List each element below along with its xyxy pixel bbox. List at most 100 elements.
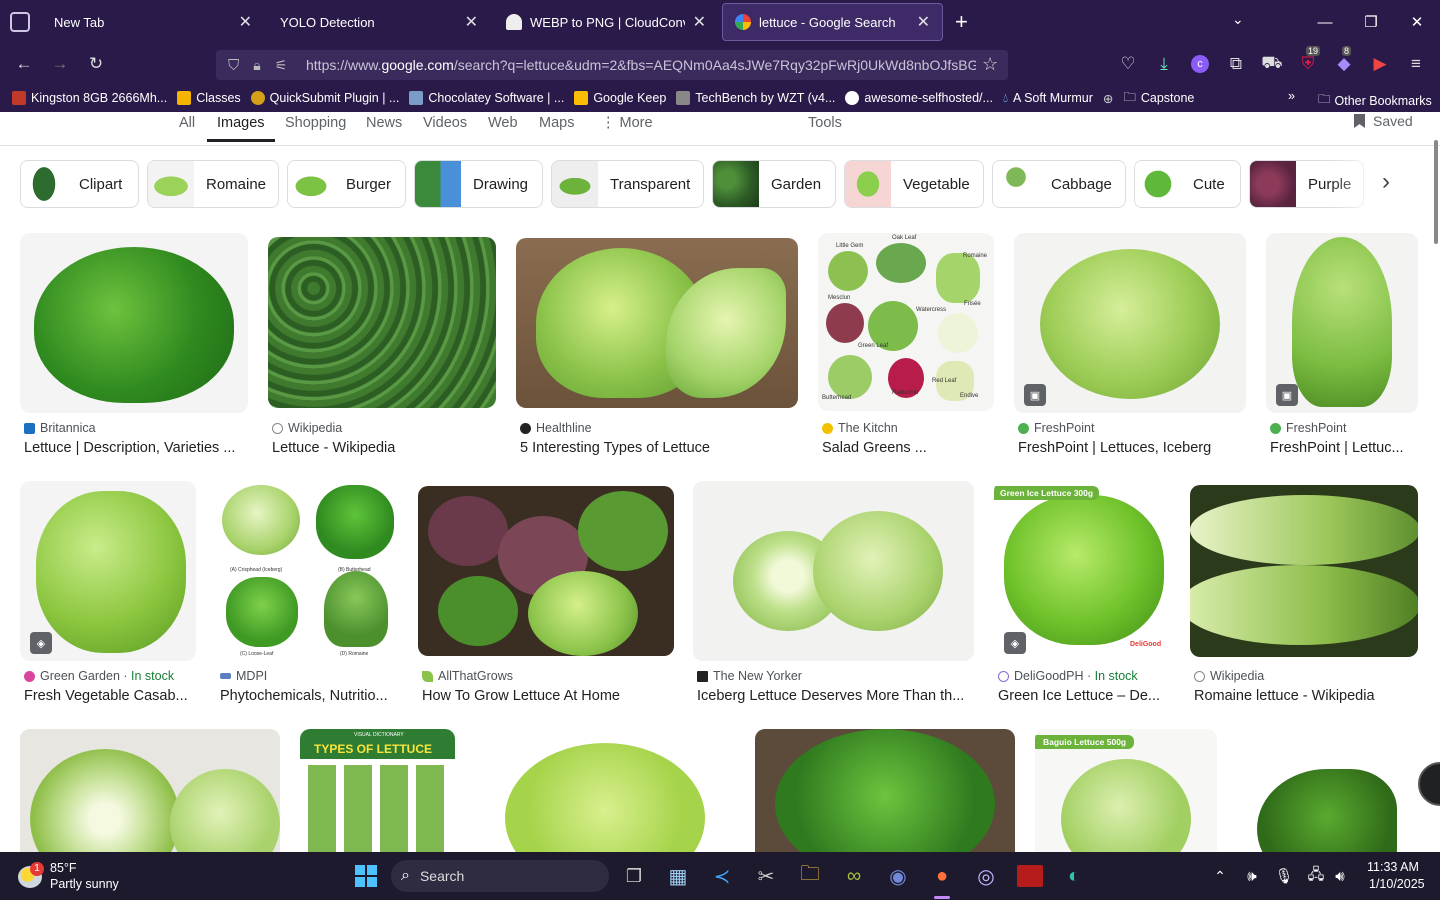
tab-all[interactable]: All <box>179 115 195 139</box>
lock-icon[interactable]: 🔒︎ <box>253 57 260 74</box>
result-image[interactable] <box>20 729 280 853</box>
bookmark-a-soft-murmur[interactable]: 💧︎ A Soft Murmur <box>1003 91 1093 106</box>
result-card[interactable]: ▣ FreshPoint FreshPoint | Lettuc... <box>1266 233 1418 463</box>
reload-icon[interactable]: ↻ <box>84 52 108 76</box>
result-card[interactable]: (A) Crisphead (Iceberg) (B) Butterhead (… <box>216 481 398 711</box>
result-card[interactable]: AllThatGrows How To Grow Lettuce At Home <box>418 481 674 711</box>
other-bookmarks-folder[interactable]: 🗀 Other Bookmarks <box>1318 90 1432 111</box>
tab-new-tab[interactable]: New Tab ✕ <box>42 3 264 41</box>
tab-list-icon[interactable] <box>10 12 30 32</box>
result-title[interactable]: Fresh Vegetable Casab... <box>24 688 194 704</box>
tab-cloudconvert[interactable]: WEBP to PNG | CloudConvert ✕ <box>494 3 718 41</box>
result-card[interactable]: Little Gem Oak Leaf Romaine Frisée Mescl… <box>818 233 994 463</box>
result-image[interactable] <box>1014 233 1246 413</box>
chip-cute[interactable]: Cute <box>1134 160 1241 208</box>
result-image[interactable] <box>693 481 974 661</box>
windows-start-icon[interactable] <box>350 860 382 892</box>
tray-chevron-up-icon[interactable]: ⌃ <box>1204 860 1236 892</box>
tor-browser-icon[interactable]: ◎ <box>970 860 1002 892</box>
tab-web[interactable]: Web <box>488 115 518 139</box>
permissions-icon[interactable]: ⚟ <box>275 57 288 74</box>
close-icon[interactable]: ✕ <box>465 12 478 32</box>
result-card[interactable]: ▣ FreshPoint FreshPoint | Lettuces, Iceb… <box>1014 233 1246 463</box>
tab-lettuce-search[interactable]: lettuce - Google Search ✕ <box>722 3 943 41</box>
tools-button[interactable]: Tools <box>808 115 842 139</box>
chip-cabbage[interactable]: Cabbage <box>992 160 1126 208</box>
extension-ublock-icon[interactable]: ⛨ 19 <box>1296 46 1321 76</box>
chip-clipart[interactable]: Clipart <box>20 160 139 208</box>
shield-icon[interactable]: ⛉ <box>228 57 239 74</box>
bookmark-quicksubmit[interactable]: QuickSubmit Plugin | ... <box>250 91 399 105</box>
back-arrow-icon[interactable]: ← <box>12 52 36 76</box>
extensions-puzzle-icon[interactable]: ⧉ <box>1224 52 1248 76</box>
close-icon[interactable]: ✕ <box>917 12 930 32</box>
saved-button[interactable]: Saved <box>1354 113 1413 129</box>
bookmarks-overflow-icon[interactable]: » <box>1288 89 1295 103</box>
bookmark-techbench[interactable]: TechBench by WZT (v4... <box>676 91 835 105</box>
chip-transparent[interactable]: Transparent <box>551 160 704 208</box>
result-title[interactable]: 5 Interesting Types of Lettuce <box>520 440 796 456</box>
photos-app-icon[interactable]: ▦ <box>662 860 694 892</box>
firefox-icon[interactable]: ● <box>926 860 958 892</box>
bookmark-google-keep[interactable]: Google Keep <box>574 91 666 105</box>
tab-yolo-detection[interactable]: YOLO Detection ✕ <box>268 3 490 41</box>
result-card[interactable]: Green Ice Lettuce 300g DeliGood ◈ DeliGo… <box>994 481 1170 711</box>
forward-arrow-icon[interactable]: → <box>48 52 72 76</box>
page-scrollbar[interactable] <box>1434 140 1438 244</box>
tab-more[interactable]: ⋮ More <box>601 115 653 139</box>
result-image[interactable]: VISUAL DICTIONARY TYPES OF LETTUCE <box>300 729 455 853</box>
result-image[interactable] <box>1190 485 1418 657</box>
extension-shield-icon[interactable]: ◆ 8 <box>1332 46 1356 76</box>
edge-icon[interactable]: ◐ <box>1058 860 1090 892</box>
vscode-icon[interactable]: ≺ <box>706 860 738 892</box>
result-title[interactable]: FreshPoint | Lettuc... <box>1270 440 1418 456</box>
bookmark-classes[interactable]: Classes <box>177 91 241 105</box>
chip-drawing[interactable]: Drawing <box>414 160 543 208</box>
result-title[interactable]: Iceberg Lettuce Deserves More Than th... <box>697 688 972 704</box>
result-image[interactable] <box>418 486 674 656</box>
tab-maps[interactable]: Maps <box>539 115 574 139</box>
result-image[interactable] <box>268 237 496 408</box>
bookmark-star-icon[interactable]: ☆ <box>982 54 998 75</box>
restore-button[interactable]: ❐ <box>1348 0 1394 44</box>
minimize-button[interactable]: — <box>1302 0 1348 44</box>
result-image[interactable] <box>1237 729 1418 853</box>
voicemeeter-icon[interactable] <box>1014 860 1046 892</box>
pocket-icon[interactable]: ♡ <box>1116 52 1140 76</box>
result-card[interactable]: Wikipedia Romaine lettuce - Wikipedia <box>1190 481 1418 711</box>
bookmark-chocolatey[interactable]: Chocolatey Software | ... <box>409 91 564 105</box>
address-bar[interactable]: ⛉ 🔒︎ ⚟ https://www.google.com/search?q=l… <box>216 50 1008 80</box>
snipping-tool-icon[interactable]: ✂ <box>750 860 782 892</box>
chip-vegetable[interactable]: Vegetable <box>844 160 984 208</box>
discord-icon[interactable]: ◉ <box>882 860 914 892</box>
floating-assistant-button[interactable] <box>1418 762 1440 806</box>
result-title[interactable]: Green Ice Lettuce – De... <box>998 688 1168 704</box>
chevron-right-icon[interactable]: › <box>1382 168 1390 196</box>
chip-burger[interactable]: Burger <box>287 160 406 208</box>
chip-garden[interactable]: Garden <box>712 160 836 208</box>
result-title[interactable]: Lettuce - Wikipedia <box>272 440 494 456</box>
clock-date[interactable]: 1/10/2025 <box>1369 877 1425 891</box>
chip-romaine[interactable]: Romaine <box>147 160 279 208</box>
profile-avatar-icon[interactable]: c <box>1188 52 1212 76</box>
result-image[interactable] <box>20 233 248 413</box>
volume-icon[interactable]: 🔊︎ <box>1324 860 1356 892</box>
hamburger-menu-icon[interactable]: ≡ <box>1404 52 1428 76</box>
close-icon[interactable]: ✕ <box>693 12 706 32</box>
tab-overflow-chevron-icon[interactable]: ⌄ <box>1232 11 1244 28</box>
result-title[interactable]: FreshPoint | Lettuces, Iceberg <box>1018 440 1244 456</box>
bookmark-kingston[interactable]: Kingston 8GB 2666Mh... <box>12 91 167 105</box>
close-window-button[interactable]: ✕ <box>1394 0 1440 44</box>
result-image[interactable] <box>755 729 1015 853</box>
result-image[interactable]: Little Gem Oak Leaf Romaine Frisée Mescl… <box>818 233 994 411</box>
tab-shopping[interactable]: Shopping <box>285 115 346 139</box>
bookmark-globe[interactable]: ⊕ <box>1103 91 1113 106</box>
result-image[interactable]: Baguio Lettuce 500g <box>1035 729 1217 853</box>
result-card[interactable]: Wikipedia Lettuce - Wikipedia <box>268 233 496 463</box>
result-title[interactable]: Phytochemicals, Nutritio... <box>220 688 396 704</box>
result-card[interactable]: ◈ Green Garden · In stock Fresh Vegetabl… <box>20 481 196 711</box>
result-card[interactable]: Britannica Lettuce | Description, Variet… <box>20 233 248 463</box>
downloads-icon[interactable]: ⤓ <box>1152 52 1176 76</box>
microphone-icon[interactable]: 🎙︎ <box>1268 860 1300 892</box>
result-image[interactable]: (A) Crisphead (Iceberg) (B) Butterhead (… <box>216 481 398 661</box>
